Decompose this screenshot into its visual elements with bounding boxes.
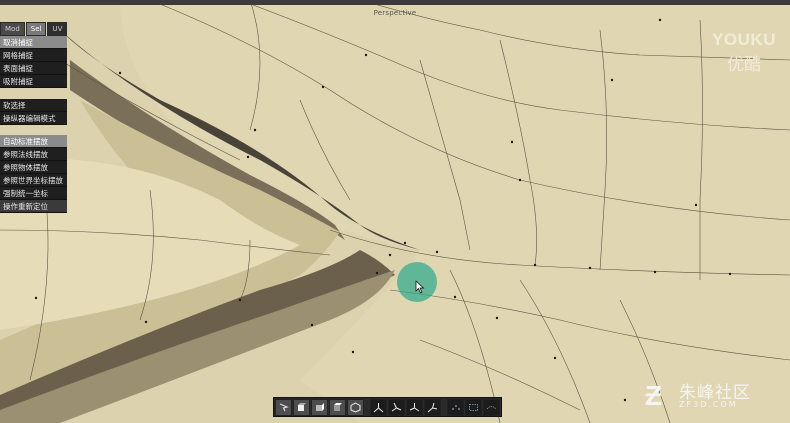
menu-item-auto-placement[interactable]: 自动标准摆放 (0, 135, 67, 148)
menu-item-normal-placement[interactable]: 参照法线摆放 (0, 148, 67, 161)
cube-top-icon[interactable] (329, 399, 346, 416)
youku-logo-text: YOUKU (712, 30, 776, 49)
select-tool-icon[interactable] (275, 399, 292, 416)
mouse-cursor-icon (415, 280, 425, 294)
menu-item-cancel-snap[interactable]: 取消捕捉 (0, 36, 67, 49)
youku-watermark: YOUKU 优酷 (712, 30, 776, 75)
youku-logo-cn: 优酷 (727, 55, 762, 74)
placement-menu: 自动标准摆放 参照法线摆放 参照物体摆放 参照世界坐标摆放 强制统一坐标 操作重… (0, 135, 67, 213)
menu-item-world-placement[interactable]: 参照世界坐标摆放 (0, 174, 67, 187)
face-mode-icon[interactable] (483, 399, 500, 416)
menu-item-grid-snap[interactable]: 网格捕捉 (0, 49, 67, 62)
menu-item-surface-snap[interactable]: 表面捕捉 (0, 62, 67, 75)
selection-menu: 软选择 操纵器编辑模式 (0, 99, 67, 125)
menu-bar (0, 0, 790, 5)
axis-world-icon[interactable] (424, 399, 441, 416)
viewport-3d[interactable] (0, 0, 790, 423)
menu-item-soft-select[interactable]: 软选择 (0, 99, 67, 112)
menu-item-manipulator-edit[interactable]: 操纵器编辑模式 (0, 112, 67, 125)
cube-wire-icon[interactable] (347, 399, 364, 416)
axis-y-icon[interactable] (388, 399, 405, 416)
cube-side-icon[interactable] (311, 399, 328, 416)
snap-menu: 取消捕捉 网格捕捉 表面捕捉 吸附捕捉 (0, 36, 67, 88)
tab-sel[interactable]: Sel (25, 22, 47, 36)
axis-z-icon[interactable] (406, 399, 423, 416)
cube-front-icon[interactable] (293, 399, 310, 416)
vertex-mode-icon[interactable] (447, 399, 464, 416)
zf3d-logo-en: ZF3D.COM (679, 400, 738, 409)
menu-item-force-coords[interactable]: 强制统一坐标 (0, 187, 67, 200)
menu-item-attach-snap[interactable]: 吸附捕捉 (0, 75, 67, 88)
viewport-label: Perspective (373, 9, 417, 17)
zf3d-watermark: Ƶ 朱峰社区 ZF3D.COM (645, 378, 780, 414)
menu-item-object-placement[interactable]: 参照物体摆放 (0, 161, 67, 174)
mode-tabs: Mod Sel UV (0, 22, 68, 36)
tab-uv[interactable]: UV (47, 22, 68, 36)
edge-mode-icon[interactable] (465, 399, 482, 416)
menu-item-reposition[interactable]: 操作重新定位 (0, 200, 67, 213)
bottom-toolbar (273, 397, 502, 417)
tab-mod[interactable]: Mod (0, 22, 25, 36)
axis-x-icon[interactable] (370, 399, 387, 416)
zf3d-logo-icon: Ƶ (645, 380, 663, 411)
